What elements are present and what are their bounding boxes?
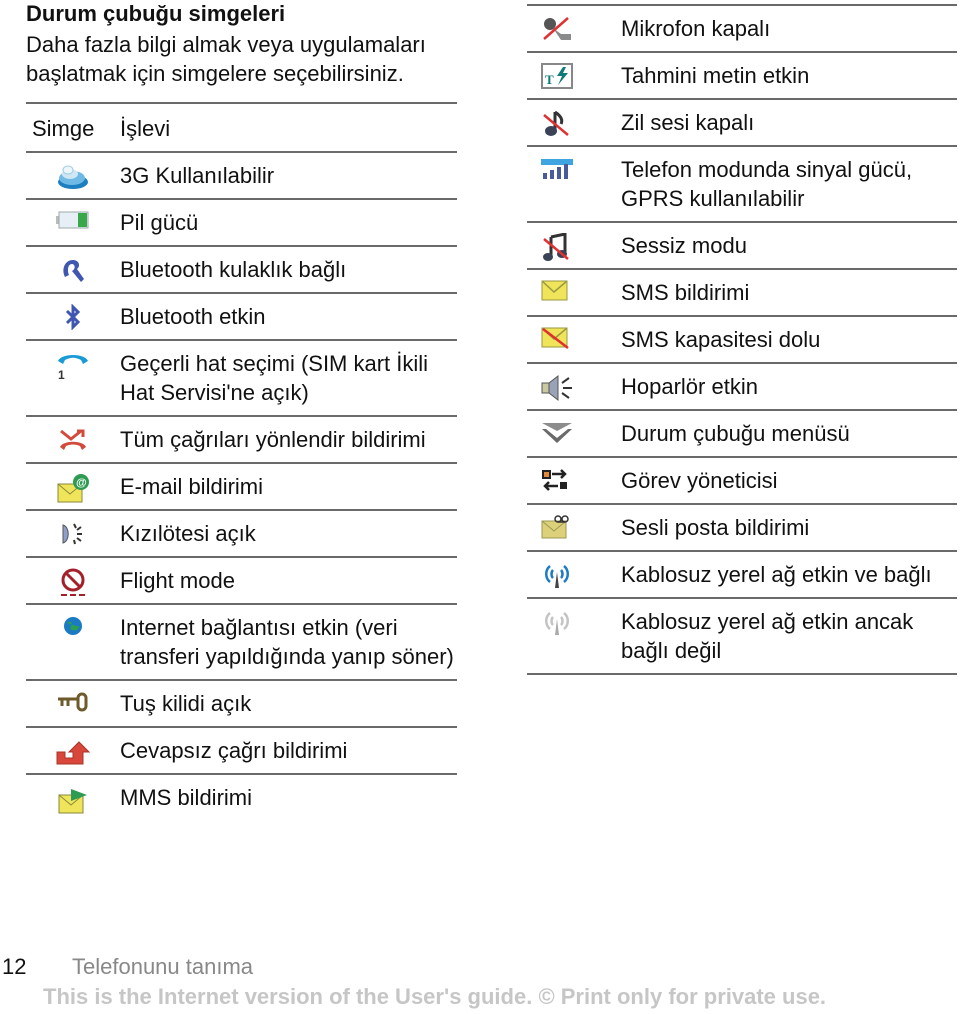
row-text: Tuş kilidi açık (120, 691, 252, 716)
row-text: Zil sesi kapalı (621, 110, 755, 135)
signal-strength-icon (541, 157, 573, 179)
table-row: Telefon modunda sinyal gücü, GPRS kullan… (527, 145, 957, 221)
table-row: T Tahmini metin etkin (527, 51, 957, 98)
row-text: Kablosuz yerel ağ etkin ve bağlı (621, 562, 932, 587)
svg-text:T: T (545, 72, 554, 87)
table-row: Kablosuz yerel ağ etkin ancak bağlı deği… (527, 597, 957, 675)
row-text: MMS bildirimi (120, 785, 252, 810)
table-row: Pil gücü (26, 198, 457, 245)
bluetooth-icon (64, 304, 82, 332)
row-text: Bluetooth etkin (120, 304, 266, 329)
mms-icon (57, 785, 89, 814)
header-function-col: İşlevi (120, 116, 171, 141)
table-row: Zil sesi kapalı (527, 98, 957, 145)
sms-icon (541, 280, 569, 301)
wlan-disconnected-icon (541, 609, 573, 635)
table-row: Kablosuz yerel ağ etkin ve bağlı (527, 550, 957, 597)
table-row: Bluetooth etkin (26, 292, 457, 339)
row-text: Durum çubuğu menüsü (621, 421, 850, 446)
row-text: Pil gücü (120, 210, 199, 235)
row-text: Mikrofon kapalı (621, 16, 771, 41)
row-text: SMS bildirimi (621, 280, 750, 305)
table-row: MMS bildirimi (26, 773, 457, 820)
row-text: Bluetooth kulaklık bağlı (120, 257, 347, 282)
row-text: SMS kapasitesi dolu (621, 327, 821, 352)
row-text: Internet bağlantısı etkin (veri transfer… (120, 615, 454, 669)
icon-table-left: Simge İşlevi 3G Kullanılabilir Pil gücü … (26, 102, 457, 820)
row-text: Tüm çağrıları yönlendir bildirimi (120, 427, 426, 452)
table-row: Flight mode (26, 556, 457, 603)
status-menu-icon (541, 421, 573, 443)
row-text: Tahmini metin etkin (621, 63, 810, 88)
infrared-icon (61, 521, 85, 549)
keylock-icon (56, 691, 90, 719)
table-row: Tuş kilidi açık (26, 679, 457, 726)
wlan-connected-icon (541, 562, 573, 588)
table-row: @ E-mail bildirimi (26, 462, 457, 509)
row-text: Sesli posta bildirimi (621, 515, 810, 540)
flight-mode-icon (59, 568, 87, 596)
row-text: Cevapsız çağrı bildirimi (120, 738, 348, 763)
task-manager-icon (541, 468, 569, 491)
right-column: Mikrofon kapalı T Tahmini metin etkin Zi… (527, 0, 957, 675)
page-number: 12 (2, 954, 27, 979)
globe-icon (62, 615, 84, 643)
table-row: Hoparlör etkin (527, 362, 957, 409)
table-row: Tüm çağrıları yönlendir bildirimi (26, 415, 457, 462)
battery-icon (56, 210, 90, 238)
3g-icon (56, 163, 90, 191)
row-text: 3G Kullanılabilir (120, 163, 275, 188)
microphone-off-icon (541, 16, 575, 40)
row-text: Kablosuz yerel ağ etkin ancak bağlı deği… (621, 609, 914, 663)
missed-call-icon (55, 738, 91, 766)
row-text: Telefon modunda sinyal gücü, GPRS kullan… (621, 157, 913, 211)
section-heading: Durum çubuğu simgeleri (26, 1, 286, 26)
speaker-icon (541, 374, 575, 402)
table-row: SMS bildirimi (527, 268, 957, 315)
table-row: 3G Kullanılabilir (26, 151, 457, 198)
sms-full-icon (541, 327, 569, 349)
table-row: 1 Geçerli hat seçimi (SIM kart İkili Hat… (26, 339, 457, 415)
table-row: Cevapsız çağrı bildirimi (26, 726, 457, 773)
row-text: Geçerli hat seçimi (SIM kart İkili Hat S… (120, 351, 429, 405)
copyright-notice: This is the Internet version of the User… (43, 984, 827, 1009)
table-row: Durum çubuğu menüsü (527, 409, 957, 456)
row-text: Hoparlör etkin (621, 374, 758, 399)
table-row: Sessiz modu (527, 221, 957, 268)
table-row: Sesli posta bildirimi (527, 503, 957, 550)
table-row: SMS kapasitesi dolu (527, 315, 957, 362)
call-divert-icon (57, 427, 89, 455)
silent-mode-icon (541, 233, 571, 261)
svg-text:1: 1 (58, 368, 65, 381)
row-text: Kızılötesi açık (120, 521, 256, 546)
table-row: Görev yöneticisi (527, 456, 957, 503)
header-icon-col: Simge (32, 116, 95, 141)
table-row: Bluetooth kulaklık bağlı (26, 245, 457, 292)
ringtone-off-icon (541, 110, 571, 136)
intro-paragraph: Daha fazla bilgi almak veya uygulamaları… (26, 32, 426, 86)
icon-table-right: Mikrofon kapalı T Tahmini metin etkin Zi… (527, 4, 957, 675)
svg-text:@: @ (76, 477, 87, 489)
email-icon: @ (56, 474, 90, 503)
predictive-text-icon: T (541, 63, 573, 89)
table-row: Mikrofon kapalı (527, 4, 957, 51)
row-text: Görev yöneticisi (621, 468, 778, 493)
section-title: Telefonunu tanıma (72, 954, 254, 979)
left-column: Durum çubuğu simgeleri Daha fazla bilgi … (26, 0, 457, 820)
phone-line-1-icon: 1 (55, 351, 91, 381)
table-row: Kızılötesi açık (26, 509, 457, 556)
voicemail-icon (541, 515, 569, 539)
row-text: Flight mode (120, 568, 235, 593)
bluetooth-headset-icon (59, 257, 87, 285)
row-text: Sessiz modu (621, 233, 747, 258)
table-row: Internet bağlantısı etkin (veri transfer… (26, 603, 457, 679)
row-text: E-mail bildirimi (120, 474, 264, 499)
table-header: Simge İşlevi (26, 102, 457, 151)
